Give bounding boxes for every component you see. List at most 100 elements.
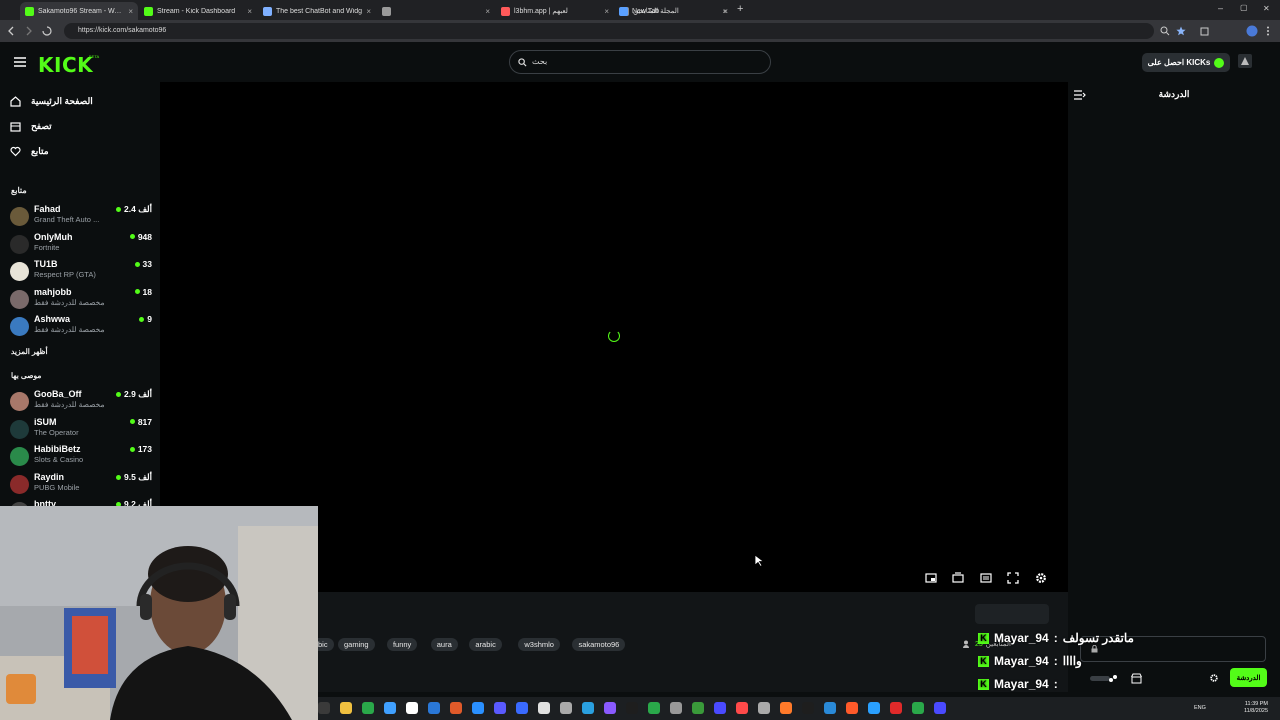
taskbar-app-icon[interactable] <box>450 702 462 714</box>
taskbar-app-icon[interactable] <box>560 702 572 714</box>
sidebar-channel[interactable]: mahjobb مخصصة للدردشة فقط 18 <box>10 286 152 312</box>
url-field[interactable]: https://kick.com/sakamoto96 <box>64 23 1154 39</box>
tab-close-icon[interactable]: × <box>604 7 609 16</box>
search-input[interactable]: بحث <box>509 50 771 74</box>
system-clock[interactable]: 11:39 PM 11/8/2025 <box>1244 701 1268 715</box>
tab-close-icon[interactable]: × <box>128 7 133 16</box>
show-more-link[interactable]: أظهر المزيد <box>11 347 48 356</box>
taskbar-app-icon[interactable] <box>890 702 902 714</box>
sidebar-item-browse[interactable]: تصفح <box>10 116 150 136</box>
taskbar-app-icon[interactable] <box>692 702 704 714</box>
sidebar-channel[interactable]: OnlyMuh Fortnite 948 <box>10 231 152 257</box>
sidebar-channel[interactable]: TU1B Respect RP (GTA) 33 <box>10 258 152 284</box>
taskbar-app-icon[interactable] <box>516 702 528 714</box>
sidebar-item-following[interactable]: متابع <box>10 141 150 161</box>
taskbar-app-icon[interactable] <box>406 702 418 714</box>
back-icon[interactable] <box>6 26 16 36</box>
browser-tab[interactable]: × <box>377 2 495 20</box>
taskbar-app-icon[interactable] <box>472 702 484 714</box>
fullscreen-icon[interactable] <box>1006 571 1020 585</box>
taskbar-app-icon[interactable] <box>362 702 374 714</box>
kick-logo[interactable]: KICK <box>38 53 93 77</box>
sidebar-channel[interactable]: iSUM The Operator 817 <box>10 416 152 442</box>
tab-close-icon[interactable]: × <box>247 7 252 16</box>
chat-settings-icon[interactable] <box>1209 673 1219 683</box>
taskbar-app-icon[interactable] <box>714 702 726 714</box>
language-indicator[interactable]: ENG <box>1194 705 1206 711</box>
taskbar-app-icon[interactable] <box>428 702 440 714</box>
settings-icon[interactable] <box>1034 571 1048 585</box>
home-icon <box>10 95 21 107</box>
sidebar-channel[interactable]: GooBa_Off مخصصة للدردشة فقط 2.9 ألف <box>10 388 152 414</box>
taskbar-app-icon[interactable] <box>538 702 550 714</box>
stream-tag[interactable]: w3shmlo <box>518 638 560 651</box>
stream-tag[interactable]: arabic <box>469 638 502 651</box>
zoom-icon[interactable] <box>1160 26 1170 36</box>
browser-tab[interactable]: Stream - Kick Dashboard × <box>139 2 257 20</box>
stream-tag[interactable]: aura <box>430 638 458 651</box>
stream-tag[interactable]: funny <box>386 638 418 651</box>
sidebar-channel[interactable]: Fahad Grand Theft Auto ... 2.4 ألف <box>10 203 152 229</box>
reload-spinner-icon[interactable] <box>42 26 52 36</box>
taskbar-app-icon[interactable] <box>318 702 330 714</box>
taskbar-app-icon[interactable] <box>604 702 616 714</box>
browser-tab[interactable]: Sakamoto96 Stream - Watch × <box>20 2 138 20</box>
taskbar-app-icon[interactable] <box>648 702 660 714</box>
stream-tag[interactable]: gaming <box>338 638 375 651</box>
forward-icon[interactable] <box>24 26 34 36</box>
viewer-count: 33 <box>134 259 152 269</box>
taskbar-app-icon[interactable] <box>780 702 792 714</box>
taskbar-app-icon[interactable] <box>824 702 836 714</box>
hamburger-menu-icon[interactable] <box>14 57 26 67</box>
taskbar-app-icon[interactable] <box>868 702 880 714</box>
theater-icon[interactable] <box>951 571 965 585</box>
chat-send-button[interactable]: الدردشة <box>1230 668 1267 687</box>
sidebar-channel[interactable]: bntty 9.2 ألف <box>10 498 152 506</box>
tab-favicon-icon <box>619 6 628 16</box>
channel-avatar <box>10 234 29 254</box>
tab-close-icon[interactable]: × <box>722 7 727 16</box>
pip-icon[interactable] <box>924 571 938 585</box>
taskbar-app-icon[interactable] <box>494 702 506 714</box>
sidebar-channel[interactable]: Raydin PUBG Mobile 9.5 ألف <box>10 471 152 497</box>
browser-tab[interactable]: l3bhm.app | لعبهم × <box>496 2 614 20</box>
stream-tag[interactable]: sakamoto96 <box>572 638 626 651</box>
sidebar-item-home[interactable]: الصفحة الرئيسية <box>10 91 150 111</box>
new-tab-button[interactable]: + <box>737 3 743 15</box>
close-window-button[interactable]: ✕ <box>1263 4 1270 13</box>
channel-name: mahjobb <box>34 286 72 297</box>
user-avatar[interactable] <box>1238 54 1252 68</box>
tab-close-icon[interactable]: × <box>485 7 490 16</box>
browser-tab[interactable]: New Tab × <box>614 2 732 20</box>
sidebar-channel[interactable]: HabibiBetz Slots & Casino 173 <box>10 443 152 469</box>
extensions-icon[interactable] <box>1200 26 1210 36</box>
taskbar-app-icon[interactable] <box>384 702 396 714</box>
chat-users-icon[interactable] <box>1108 674 1118 684</box>
mini-icon[interactable] <box>979 571 993 585</box>
kicks-coin-icon <box>1214 57 1225 68</box>
taskbar-app-icon[interactable] <box>340 702 352 714</box>
profile-icon[interactable] <box>1246 25 1258 37</box>
maximize-button[interactable]: ▢ <box>1240 3 1248 12</box>
taskbar-app-icon[interactable] <box>626 702 638 714</box>
browser-menu-icon[interactable] <box>1266 26 1270 36</box>
taskbar-app-icon[interactable] <box>736 702 748 714</box>
get-kicks-button[interactable]: احصل على KICKs <box>1142 53 1230 72</box>
browser-tab[interactable]: The best ChatBot and Widg × <box>258 2 376 20</box>
taskbar-app-icon[interactable] <box>846 702 858 714</box>
taskbar-app-icon[interactable] <box>582 702 594 714</box>
taskbar-app-icon[interactable] <box>802 702 814 714</box>
taskbar-app-icon[interactable] <box>758 702 770 714</box>
channel-avatar <box>10 474 29 494</box>
emote-button[interactable] <box>1090 676 1110 681</box>
follow-button[interactable] <box>975 604 1049 624</box>
minimize-button[interactable]: – <box>1218 3 1223 13</box>
taskbar-app-icon[interactable] <box>912 702 924 714</box>
taskbar-app-icon[interactable] <box>934 702 946 714</box>
taskbar-app-icon[interactable] <box>670 702 682 714</box>
stream-tag[interactable]: bic <box>318 638 334 651</box>
tab-close-icon[interactable]: × <box>366 7 371 16</box>
sidebar-channel[interactable]: Ashwwa مخصصة للدردشة فقط 9 <box>10 313 152 339</box>
bookmark-star-icon[interactable] <box>1176 26 1186 36</box>
store-icon[interactable] <box>1131 673 1142 684</box>
